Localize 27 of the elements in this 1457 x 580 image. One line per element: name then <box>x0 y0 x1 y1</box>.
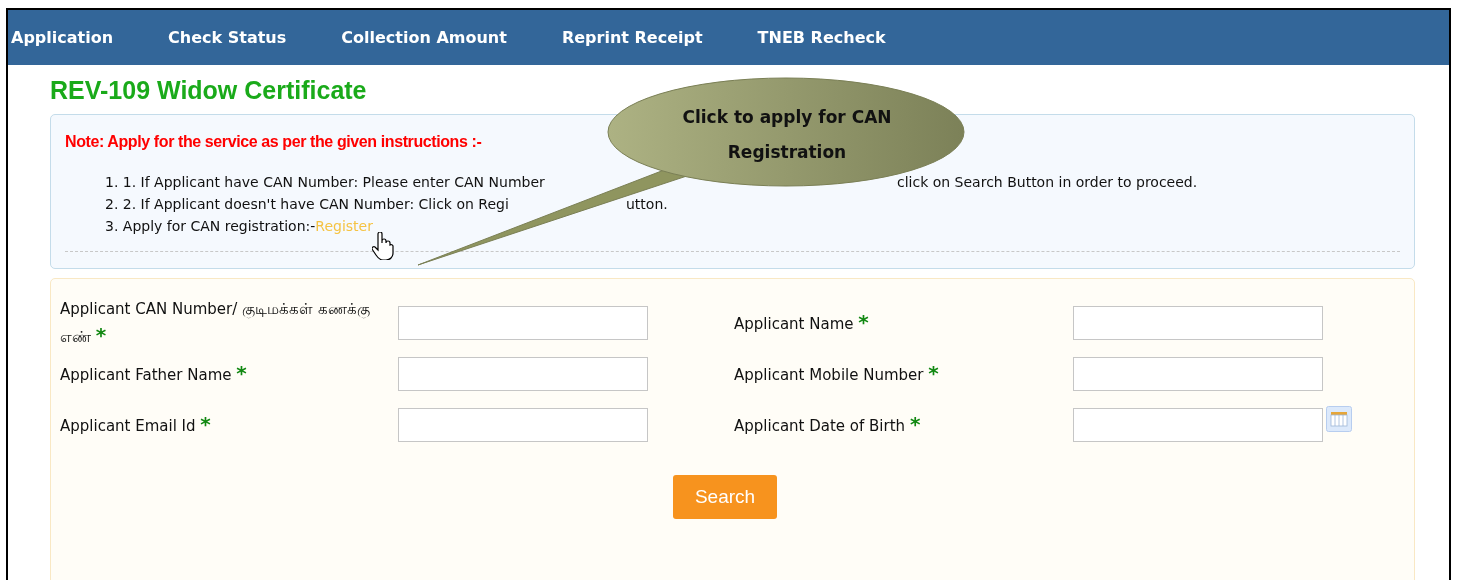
text-field[interactable] <box>398 305 648 340</box>
instruction-text: 1. 1. If Applicant have CAN Number: Please enter CAN Number <box>105 174 545 190</box>
field-label: Applicant Email Id * <box>60 416 211 435</box>
instruction-text: 2. 2. If Applicant doesn't have CAN Number: Click on Regi <box>105 196 509 212</box>
note-heading: Note: Apply for the service as per the given instructions :- <box>65 133 483 151</box>
nav-link[interactable]: Reprint Receipt <box>561 28 703 47</box>
field-label: Applicant Father Name * <box>60 365 247 384</box>
instruction-text: utton. <box>626 195 668 214</box>
field-label: Applicant Date of Birth * <box>734 416 921 435</box>
callout-text: Click to apply for CAN Registration <box>681 106 893 164</box>
nav-link[interactable]: Check Status <box>168 28 287 47</box>
field-label: Applicant Mobile Number * <box>734 365 939 384</box>
field-label: Applicant Name * <box>734 314 869 333</box>
field-label: Applicant CAN Number/ குடிமக்கள் கணக்கு எண் * <box>60 299 370 346</box>
nav-link[interactable]: Collection Amount <box>341 28 507 47</box>
page-title: REV-109 Widow Certificate <box>50 75 368 105</box>
nav-link[interactable]: Application <box>11 28 114 47</box>
instruction-text: click on Search Button in order to proceed. <box>897 173 1198 192</box>
text-field[interactable] <box>1073 305 1323 340</box>
nav-link[interactable]: TNEB Recheck <box>757 28 886 47</box>
text-field[interactable] <box>1073 407 1323 442</box>
instruction-text: 3. Apply for CAN registration:- <box>105 217 316 236</box>
calendar-icon[interactable] <box>1326 405 1352 432</box>
text-field[interactable] <box>398 356 648 391</box>
hand-cursor-icon <box>372 232 394 260</box>
text-field[interactable] <box>398 407 648 442</box>
text-field[interactable] <box>1073 356 1323 391</box>
